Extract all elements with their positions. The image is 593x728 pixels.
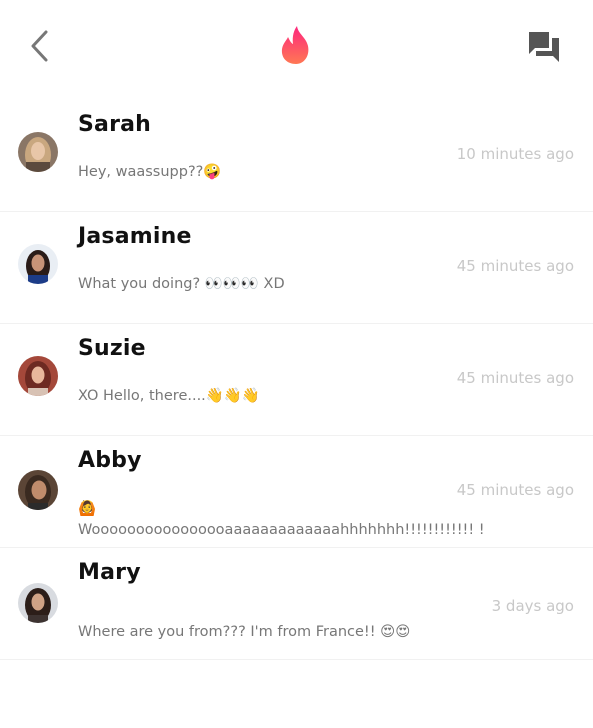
- avatar[interactable]: [18, 356, 58, 396]
- contact-name: Sarah: [78, 112, 152, 137]
- timestamp: 10 minutes ago: [456, 145, 574, 163]
- conversation-row[interactable]: Abby 45 minutes ago 🙆 Woooooooooooooooaa…: [0, 436, 593, 548]
- flame-logo-icon: [281, 26, 309, 64]
- contact-name: Mary: [78, 560, 141, 585]
- avatar[interactable]: [18, 132, 58, 172]
- timestamp: 45 minutes ago: [456, 481, 574, 499]
- contact-name: Abby: [78, 448, 142, 473]
- conversation-row[interactable]: Suzie 45 minutes ago XO Hello, there....…: [0, 324, 593, 436]
- avatar[interactable]: [18, 583, 58, 623]
- message-preview: Woooooooooooooooaaaaaaaaaaaaahhhhhhh!!!!…: [78, 522, 485, 538]
- timestamp: 3 days ago: [491, 597, 574, 615]
- conversation-row[interactable]: Sarah 10 minutes ago Hey, waassupp??🤪: [0, 100, 593, 212]
- timestamp: 45 minutes ago: [456, 369, 574, 387]
- conversation-row[interactable]: Mary 3 days ago Where are you from??? I'…: [0, 548, 593, 660]
- chevron-left-icon: [31, 30, 48, 62]
- message-preview: What you doing? 👀👀👀 XD: [78, 276, 285, 292]
- contact-name: Suzie: [78, 336, 146, 361]
- back-button[interactable]: [24, 26, 54, 66]
- message-preview: Hey, waassupp??🤪: [78, 164, 222, 180]
- conversation-list: Sarah 10 minutes ago Hey, waassupp??🤪 Ja…: [0, 100, 593, 660]
- message-emoji: 🙆: [78, 501, 97, 517]
- avatar[interactable]: [18, 470, 58, 510]
- messages-button[interactable]: [526, 30, 562, 64]
- avatar[interactable]: [18, 244, 58, 284]
- message-preview: XO Hello, there....👋👋👋: [78, 388, 260, 404]
- conversation-row[interactable]: Jasamine 45 minutes ago What you doing? …: [0, 212, 593, 324]
- timestamp: 45 minutes ago: [456, 257, 574, 275]
- contact-name: Jasamine: [78, 224, 192, 249]
- message-preview: Where are you from??? I'm from France!! …: [78, 624, 411, 640]
- app-logo[interactable]: [278, 24, 314, 66]
- chat-bubbles-icon: [529, 32, 559, 62]
- app-header: [0, 0, 593, 100]
